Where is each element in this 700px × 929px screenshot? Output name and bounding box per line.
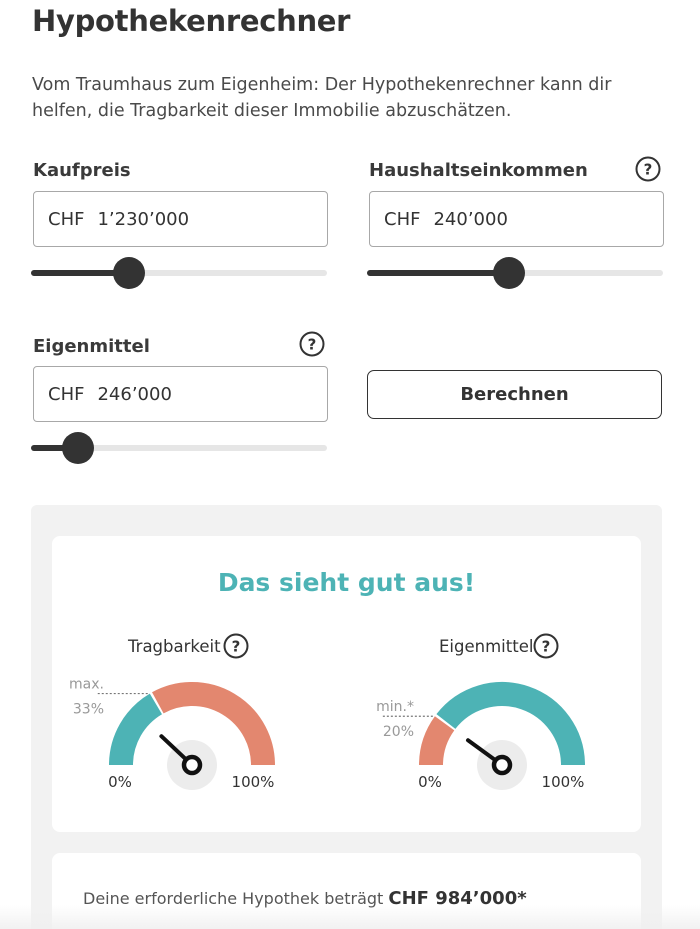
gauge-threshold-value: 20% (383, 724, 414, 740)
gauge-arc-below (109, 693, 163, 766)
gauge-threshold-value: 33% (73, 702, 104, 718)
gauge-threshold-label: max. (69, 677, 104, 693)
gauge-hub (491, 754, 513, 776)
gauge-hub (181, 754, 203, 776)
gauge-max-label: 100% (232, 773, 275, 791)
tragbarkeit-gauge: max. 33% 0% 100% (69, 677, 275, 791)
gauge-max-label: 100% (542, 773, 585, 791)
gauge-min-label: 0% (108, 773, 132, 791)
scroll-fade (0, 905, 700, 929)
gauge-threshold-label: min.* (376, 699, 414, 715)
eigenmittel-gauge: min.* 20% 0% 100% (376, 682, 585, 791)
gauge-arc-below (419, 716, 455, 766)
gauges-layer: max. 33% 0% 100% min.* 20% 0% 100% (69, 677, 585, 791)
gauge-min-label: 0% (418, 773, 442, 791)
